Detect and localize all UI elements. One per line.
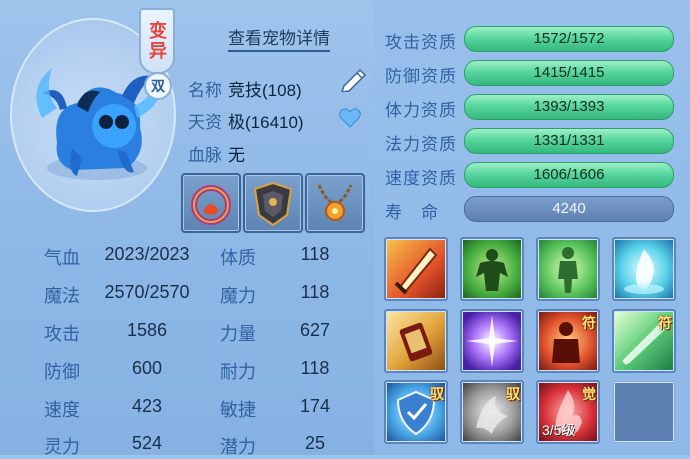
lifespan-bar: 4240 — [464, 196, 674, 222]
attr-value-hp: 2023/2023 — [104, 244, 190, 264]
view-pet-details-link[interactable]: 查看宠物详情 — [228, 24, 330, 52]
variant-badge: 变异 — [139, 8, 175, 74]
attr-label-mp: 魔法 — [44, 286, 80, 306]
skill-slot-8[interactable]: 符 — [612, 309, 676, 373]
skill-tag-fu-2: 符 — [658, 315, 672, 331]
bloodline-label: 血脉 — [188, 146, 222, 165]
rename-pencil-icon[interactable] — [338, 66, 372, 92]
attr-value-magic: 118 — [300, 282, 330, 302]
aptitude-bar-attack: 1572/1572 — [464, 26, 674, 52]
attr-value-spirit: 524 — [131, 433, 163, 453]
attr-value-endurance: 118 — [300, 358, 330, 378]
attr-label-hp: 气血 — [44, 248, 80, 268]
skill-slot-2[interactable] — [460, 237, 524, 301]
attr-label-constitution: 体质 — [220, 248, 256, 268]
armor-equipment-icon — [253, 181, 293, 227]
aptitude-bar-defense: 1415/1415 — [464, 60, 674, 86]
attr-label-endurance: 耐力 — [220, 362, 256, 382]
variant-sub-badge: 双 — [144, 72, 172, 100]
aptitude-label-mana: 法力资质 — [385, 135, 457, 154]
skill-slot-10[interactable]: 驭 — [460, 380, 524, 444]
attr-label-potential: 潜力 — [220, 437, 256, 457]
aptitude-label-defense: 防御资质 — [385, 67, 457, 86]
talent-value: 极(16410) — [228, 113, 304, 132]
talent-label: 天资 — [188, 113, 222, 132]
blue-flame-skill-icon — [624, 249, 664, 294]
skill-tag-yu-2: 驭 — [506, 386, 520, 402]
skill-slot-9[interactable]: 驭 — [384, 380, 448, 444]
skill-slot-empty[interactable] — [612, 380, 676, 444]
talent-row: 天资 极(16410) — [188, 108, 304, 133]
skill-slot-5[interactable] — [384, 309, 448, 373]
attr-value-mp: 2570/2570 — [104, 282, 190, 302]
muscle-power-skill-icon — [476, 249, 508, 291]
bloodline-row: 血脉无 — [188, 141, 245, 166]
attr-label-speed: 速度 — [44, 400, 80, 420]
ring-equipment-icon — [191, 185, 231, 225]
purple-burst-skill-icon — [466, 315, 518, 367]
scroll-skill-icon — [399, 322, 433, 362]
attr-value-speed: 423 — [131, 396, 163, 416]
attr-value-defense: 600 — [131, 358, 163, 378]
aptitude-label-speed: 速度资质 — [385, 169, 457, 188]
bloodline-value: 无 — [228, 146, 245, 165]
lifespan-label: 寿 命 — [385, 203, 439, 222]
equipment-slot-ring[interactable] — [181, 173, 241, 233]
name-label: 名称 — [188, 81, 222, 100]
skill-slot-3[interactable] — [536, 237, 600, 301]
equipment-slot-necklace[interactable] — [305, 173, 365, 233]
skill-slot-7[interactable]: 符 — [536, 309, 600, 373]
attr-value-constitution: 118 — [300, 244, 330, 264]
attr-label-attack: 攻击 — [44, 324, 80, 344]
skill-slot-1[interactable] — [384, 237, 448, 301]
skill-slot-6[interactable] — [460, 309, 524, 373]
attr-value-strength: 627 — [299, 320, 331, 340]
awaken-level-label: 3/5级 — [542, 422, 576, 438]
sword-strike-skill-icon — [394, 247, 438, 295]
attr-value-agility: 174 — [299, 396, 331, 416]
attr-label-defense: 防御 — [44, 362, 80, 382]
attr-label-magic: 魔力 — [220, 286, 256, 306]
skill-tag-yu: 驭 — [430, 386, 444, 402]
name-value: 竞技(108) — [228, 81, 302, 100]
aptitude-bar-speed: 1606/1606 — [464, 162, 674, 188]
aptitude-label-attack: 攻击资质 — [385, 33, 457, 52]
skill-tag-jue: 觉 — [582, 386, 596, 402]
aptitude-bar-stamina: 1393/1393 — [464, 94, 674, 120]
skill-slot-4[interactable] — [612, 237, 676, 301]
necklace-equipment-icon — [317, 184, 353, 221]
attr-label-agility: 敏捷 — [220, 400, 256, 420]
skill-slot-11[interactable]: 觉 3/5级 — [536, 380, 600, 444]
equipment-slot-armor[interactable] — [243, 173, 303, 233]
attr-value-attack: 1586 — [126, 320, 168, 340]
aptitude-label-stamina: 体力资质 — [385, 101, 457, 120]
skill-tag-fu: 符 — [582, 315, 596, 331]
favorite-heart-icon[interactable] — [338, 106, 362, 130]
aptitude-bar-mana: 1331/1331 — [464, 128, 674, 154]
attr-label-strength: 力量 — [220, 324, 256, 344]
pet-name-row: 名称 竞技(108) — [188, 76, 302, 101]
green-figure-skill-icon — [558, 247, 578, 293]
attr-label-spirit: 灵力 — [44, 437, 80, 457]
attr-value-potential: 25 — [304, 433, 326, 453]
